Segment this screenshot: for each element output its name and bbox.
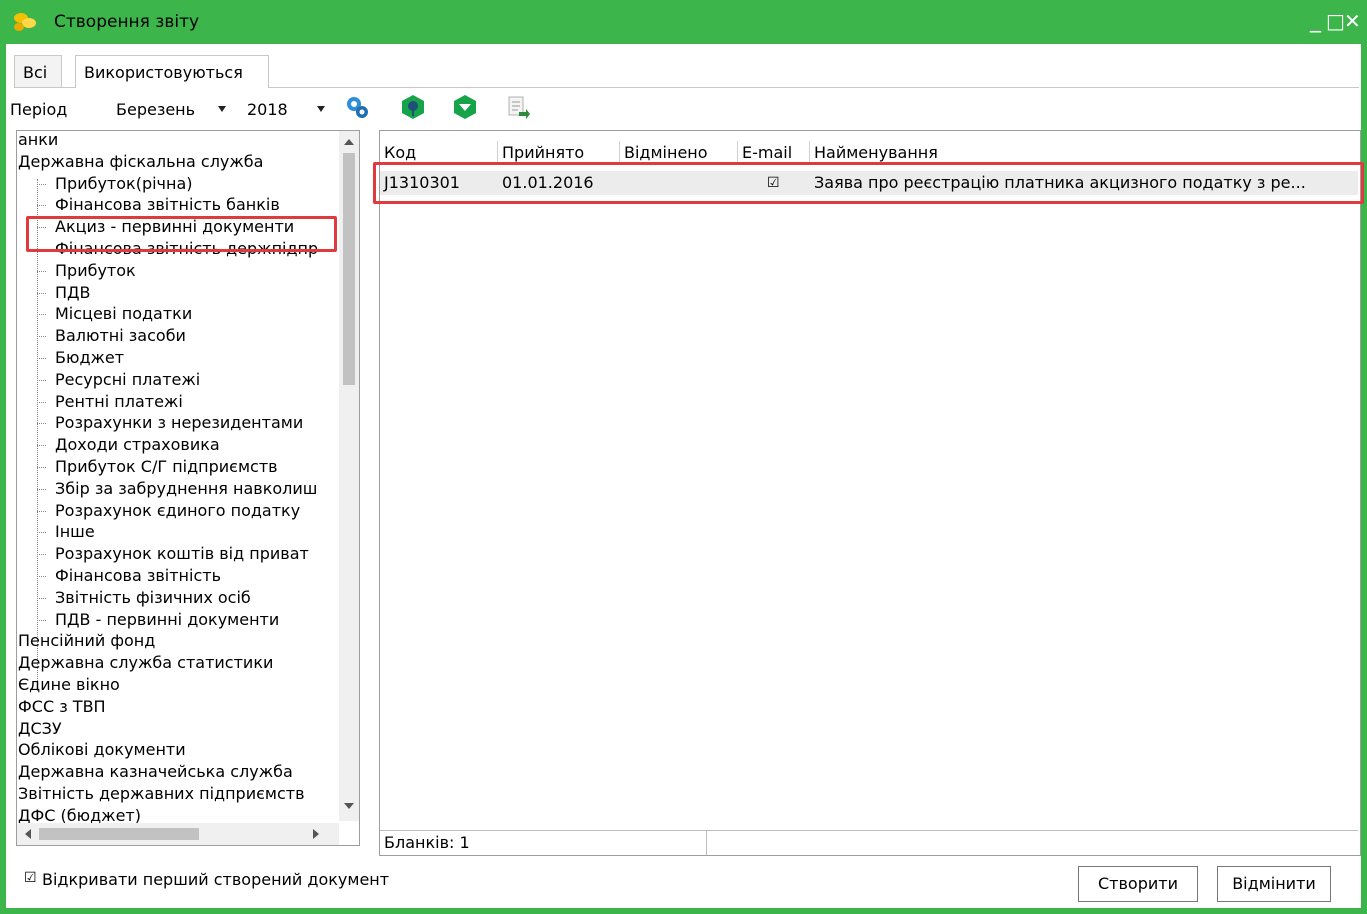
tree-connector-tick [37,402,46,403]
tree-connector-tick [37,380,46,381]
tree-item[interactable]: ДСЗУ [18,718,62,740]
tree-item[interactable]: Бюджет [55,347,124,369]
tree-item[interactable]: Доходи страховика [55,434,220,456]
tree-item[interactable]: Державна фіскальна служба [18,151,263,173]
forms-table: Код Прийнято Відмінено E-mail Найменуван… [379,130,1361,856]
tree-connector-tick [37,511,46,512]
search-filter-icon[interactable] [400,94,426,120]
title-bar[interactable]: Створення звіту _ □ ✕ [6,0,1361,44]
status-separator [706,831,707,855]
tree-connector-tick [37,598,46,599]
tree-item[interactable]: Місцеві податки [55,303,192,325]
tree-connector-tick [37,489,46,490]
tree-item[interactable]: Фінансова звітність банків [55,194,280,216]
tree-horizontal-scrollbar[interactable] [17,823,339,845]
tree-connector-tick [37,314,46,315]
settings-gears-icon[interactable] [344,94,370,120]
tree-item[interactable]: Прибуток С/Г підприємств [55,456,278,478]
blanks-count: Бланків: 1 [384,833,470,852]
tree-connector-tick [37,445,46,446]
maximize-button[interactable]: □ [1326,8,1345,34]
tree-connector-tick [37,467,46,468]
create-button[interactable]: Створити [1078,866,1198,902]
tree-item[interactable]: Державна служба статистики [18,652,273,674]
highlight-tree-item [26,216,337,252]
highlight-table-row [373,162,1364,204]
tree-connector-tick [37,532,46,533]
tree-item[interactable]: Державна казначейська служба [18,761,293,783]
close-button[interactable]: ✕ [1344,8,1361,34]
tree-connector-tick [37,423,46,424]
create-report-window: Створення звіту _ □ ✕ Всі Використовують… [0,0,1367,914]
month-dropdown-icon[interactable] [218,106,226,112]
tree-item[interactable]: Прибуток [55,260,136,282]
tree-item[interactable]: Інше [55,521,95,543]
open-first-checkbox[interactable]: ☑ [24,870,37,886]
tree-item[interactable]: ФСС з ТВП [18,696,106,718]
tree-item[interactable]: Єдине вікно [18,674,120,696]
period-label: Період [10,100,68,119]
year-select[interactable]: 2018 [247,100,288,119]
minimize-button[interactable]: _ [1310,8,1321,34]
tree-connector-tick [37,205,46,206]
tree-item[interactable]: Розрахунки з нерезидентами [55,412,303,434]
tree-item[interactable]: Прибуток(річна) [55,173,193,195]
scroll-left-icon[interactable] [25,829,31,839]
document-export-icon[interactable] [504,94,530,120]
cancel-button[interactable]: Відмінити [1217,866,1331,902]
tree-item[interactable]: Звітність фізичних осіб [55,587,251,609]
tree-connector-tick [37,576,46,577]
scroll-down-icon[interactable] [344,803,354,809]
toolbar: Період Березень 2018 [6,92,1361,126]
tree-vertical-scrollbar[interactable] [339,131,359,821]
open-first-label: Відкривати перший створений документ [42,870,390,889]
tree-item[interactable]: анки [18,131,58,151]
accept-icon[interactable] [452,94,478,120]
window-title: Створення звіту [54,12,200,32]
tree-connector-tick [37,336,46,337]
tree-connector-tick [37,184,46,185]
tree-item[interactable]: ПДВ - первинні документи [55,609,279,631]
tree-item[interactable]: Валютні засоби [55,325,186,347]
tree-item[interactable]: Фінансова звітність [55,565,221,587]
tree-connector-tick [37,554,46,555]
status-bar: Бланків: 1 [380,830,1358,855]
tab-used[interactable]: Використовуються [75,55,269,88]
tree-item[interactable]: Ресурсні платежі [55,369,200,391]
vertical-scroll-thumb[interactable] [343,153,355,385]
app-logo-icon [14,13,36,31]
tree-item[interactable]: Розрахунок єдиного податку [55,500,300,522]
tree-item[interactable]: Облікові документи [18,739,186,761]
month-select[interactable]: Березень [116,100,195,119]
tree-item[interactable]: Розрахунок коштів від приват [55,543,309,565]
scroll-right-icon[interactable] [313,829,319,839]
tree-item[interactable]: ПДВ [55,282,91,304]
tree-connector-tick [37,358,46,359]
horizontal-scroll-thumb[interactable] [39,828,199,840]
tree-connector-tick [37,620,46,621]
tree-connector-line [37,179,38,691]
tree-connector-tick [37,271,46,272]
tree-connector-tick [37,293,46,294]
year-dropdown-icon[interactable] [317,106,325,112]
tree-item[interactable]: Пенсійний фонд [18,630,155,652]
tree-item[interactable]: Рентні платежі [55,391,183,413]
tree-item[interactable]: Звітність державних підприємств [18,783,305,805]
tab-all[interactable]: Всі [14,55,62,87]
scroll-up-icon[interactable] [344,139,354,145]
tab-strip: Всі Використовуються [14,55,1359,88]
tree-item[interactable]: Збір за забруднення навколиш [55,478,317,500]
